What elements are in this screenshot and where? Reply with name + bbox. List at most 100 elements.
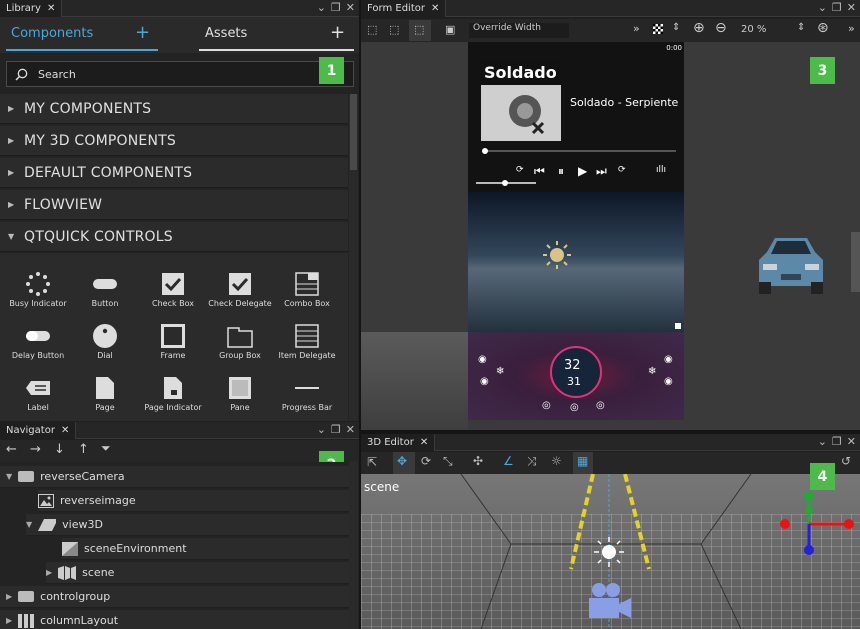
category-my-components[interactable]: ▶ MY COMPONENTS [0,94,348,124]
component-dial[interactable]: Dial [72,321,138,360]
search-input[interactable]: Search [6,61,354,87]
expand-arrow-icon[interactable]: ▼ [26,520,32,529]
repeat-icon[interactable]: ⟳ [516,165,524,175]
arrow-left-icon[interactable]: ← [6,442,17,457]
next-icon[interactable]: ⏭ [596,164,607,179]
tree-item-columnlayout[interactable]: ▶ columnLayout [0,610,349,629]
component-page[interactable]: Page [72,373,138,412]
chevron-down-icon[interactable]: ⌄ [317,423,326,436]
fit-selected-icon[interactable]: ✣ [473,454,483,468]
expand-arrow-icon[interactable]: ▶ [6,592,12,601]
close-icon[interactable]: ✕ [47,3,55,14]
expand-arrow-icon[interactable]: ▶ [6,616,12,625]
editor3d-viewport[interactable]: scene [361,474,860,629]
volume-bar[interactable] [476,180,536,186]
add-component-icon[interactable]: + [135,22,150,43]
navigator-tab[interactable]: Navigator ✕ [0,422,77,439]
select-tool-icon[interactable]: ⇱ [367,455,377,469]
shuffle-icon[interactable]: ⟳ [618,165,626,175]
form-editor-tab[interactable]: Form Editor ✕ [361,0,447,17]
temperature-dial[interactable]: 32 31 [550,346,602,398]
component-delay-button[interactable]: Delay Button [5,321,71,360]
background-color-icon[interactable] [653,24,663,34]
category-qtquick-controls[interactable]: ▼ QTQUICK CONTROLS [0,222,348,252]
close-icon[interactable]: ✕ [61,425,69,436]
expand-arrow-icon[interactable]: ▶ [46,568,52,577]
category-default-components[interactable]: ▶ DEFAULT COMPONENTS [0,158,348,188]
close-panel-icon[interactable]: ✕ [847,1,856,14]
zoom-out-icon[interactable]: ⊖ [715,20,727,36]
song-progress-track[interactable] [482,148,676,154]
close-panel-icon[interactable]: ✕ [346,423,355,436]
component-group-box[interactable]: Group Box [207,321,273,360]
zoom-level[interactable]: 20 % [741,24,766,35]
progress-handle[interactable] [482,148,488,154]
arrow-up-icon[interactable]: ↑ [78,442,89,457]
snap-margin-icon[interactable]: ⬚ [409,20,431,41]
fan-left-icon[interactable]: ◉ [478,354,487,365]
show-bounds-icon[interactable]: ▣ [445,23,455,36]
volume-handle[interactable] [502,180,508,186]
grid-toggle-icon[interactable]: ▦ [573,452,593,474]
tab-components[interactable]: Components [11,26,93,41]
arrow-right-icon[interactable]: → [30,442,41,457]
phone-preview[interactable]: 0:00 Soldado Soldado - Serpiente ⟳ ⏮ ⏸ ▶… [468,42,684,420]
float-icon[interactable]: ❐ [331,423,341,436]
equalizer-icon[interactable]: ıllı [656,165,666,175]
reset-view-icon[interactable]: ↺ [841,454,851,468]
component-frame[interactable]: Frame [140,321,206,360]
scene-light-icon[interactable] [593,536,625,568]
close-icon[interactable]: ✕ [431,3,439,14]
play-icon[interactable]: ▶ [578,164,587,178]
expand-arrow-icon[interactable]: ▼ [6,472,12,481]
component-pane[interactable]: Pane [207,373,273,412]
navigator-scrollbar[interactable] [349,462,358,629]
component-combo-box[interactable]: Combo Box [274,269,340,308]
move-tool-icon[interactable]: ✥ [393,452,415,474]
snowflake-left-icon[interactable]: ❄ [496,366,504,377]
scene-camera-icon[interactable] [585,582,635,622]
tree-item-scene[interactable]: ▶ scene [46,562,349,584]
tree-item-sceneenvironment[interactable]: sceneEnvironment [62,538,349,560]
light-toggle-icon[interactable]: ☼ [551,454,562,468]
orientation-icon[interactable]: ⤨ [527,454,537,469]
chevron-down-icon[interactable]: ⌄ [818,1,827,14]
component-busy-indicator[interactable]: Busy Indicator [5,269,71,308]
component-button[interactable]: Button [72,269,138,308]
snap-anchor-icon[interactable]: ⬚ [389,23,399,36]
more-chevron-icon[interactable]: » [633,22,640,35]
float-icon[interactable]: ❐ [832,435,842,448]
defrost-icon[interactable]: ◎ [542,400,551,411]
tree-item-view3d[interactable]: ▼ view3D [26,514,349,536]
pause-icon[interactable]: ⏸ [558,164,564,179]
close-panel-icon[interactable]: ✕ [346,1,355,14]
component-progress-bar[interactable]: Progress Bar [274,373,340,412]
zoom-spin-icon[interactable]: ⇕ [797,22,805,33]
snowflake-right-icon[interactable]: ❄ [648,366,656,377]
ac-icon[interactable]: ◎ [570,402,579,413]
category-my-3d-components[interactable]: ▶ MY 3D COMPONENTS [0,126,348,156]
float-icon[interactable]: ❐ [832,1,842,14]
recirculate-icon[interactable]: ◎ [596,400,605,411]
component-label-item[interactable]: Label [5,373,71,412]
zoom-fit-icon[interactable]: ⊛ [817,20,829,36]
chevron-down-icon[interactable]: ⌄ [317,1,326,14]
resize-handle[interactable] [675,323,681,329]
add-asset-icon[interactable]: + [330,22,345,43]
float-icon[interactable]: ❐ [331,1,341,14]
library-tab[interactable]: Library ✕ [0,0,63,17]
chevron-down-icon[interactable]: ⌄ [818,435,827,448]
component-page-indicator[interactable]: Page Indicator [140,373,206,412]
scrollbar-thumb[interactable] [350,94,357,170]
tab-assets[interactable]: Assets [205,26,247,41]
tree-item-reverseimage[interactable]: reverseimage [38,490,349,512]
category-flowview[interactable]: ▶ FLOWVIEW [0,190,348,220]
axis-gizmo-icon[interactable] [779,488,857,560]
tree-item-controlgroup[interactable]: ▶ controlgroup [0,586,349,608]
spin-icon[interactable]: ⇕ [672,22,680,33]
close-panel-icon[interactable]: ✕ [847,435,856,448]
editor3d-tab[interactable]: 3D Editor ✕ [361,434,436,451]
previous-icon[interactable]: ⏮ [534,164,545,179]
library-scrollbar[interactable] [349,94,358,421]
snap-icon[interactable]: ⬚ [367,23,377,36]
